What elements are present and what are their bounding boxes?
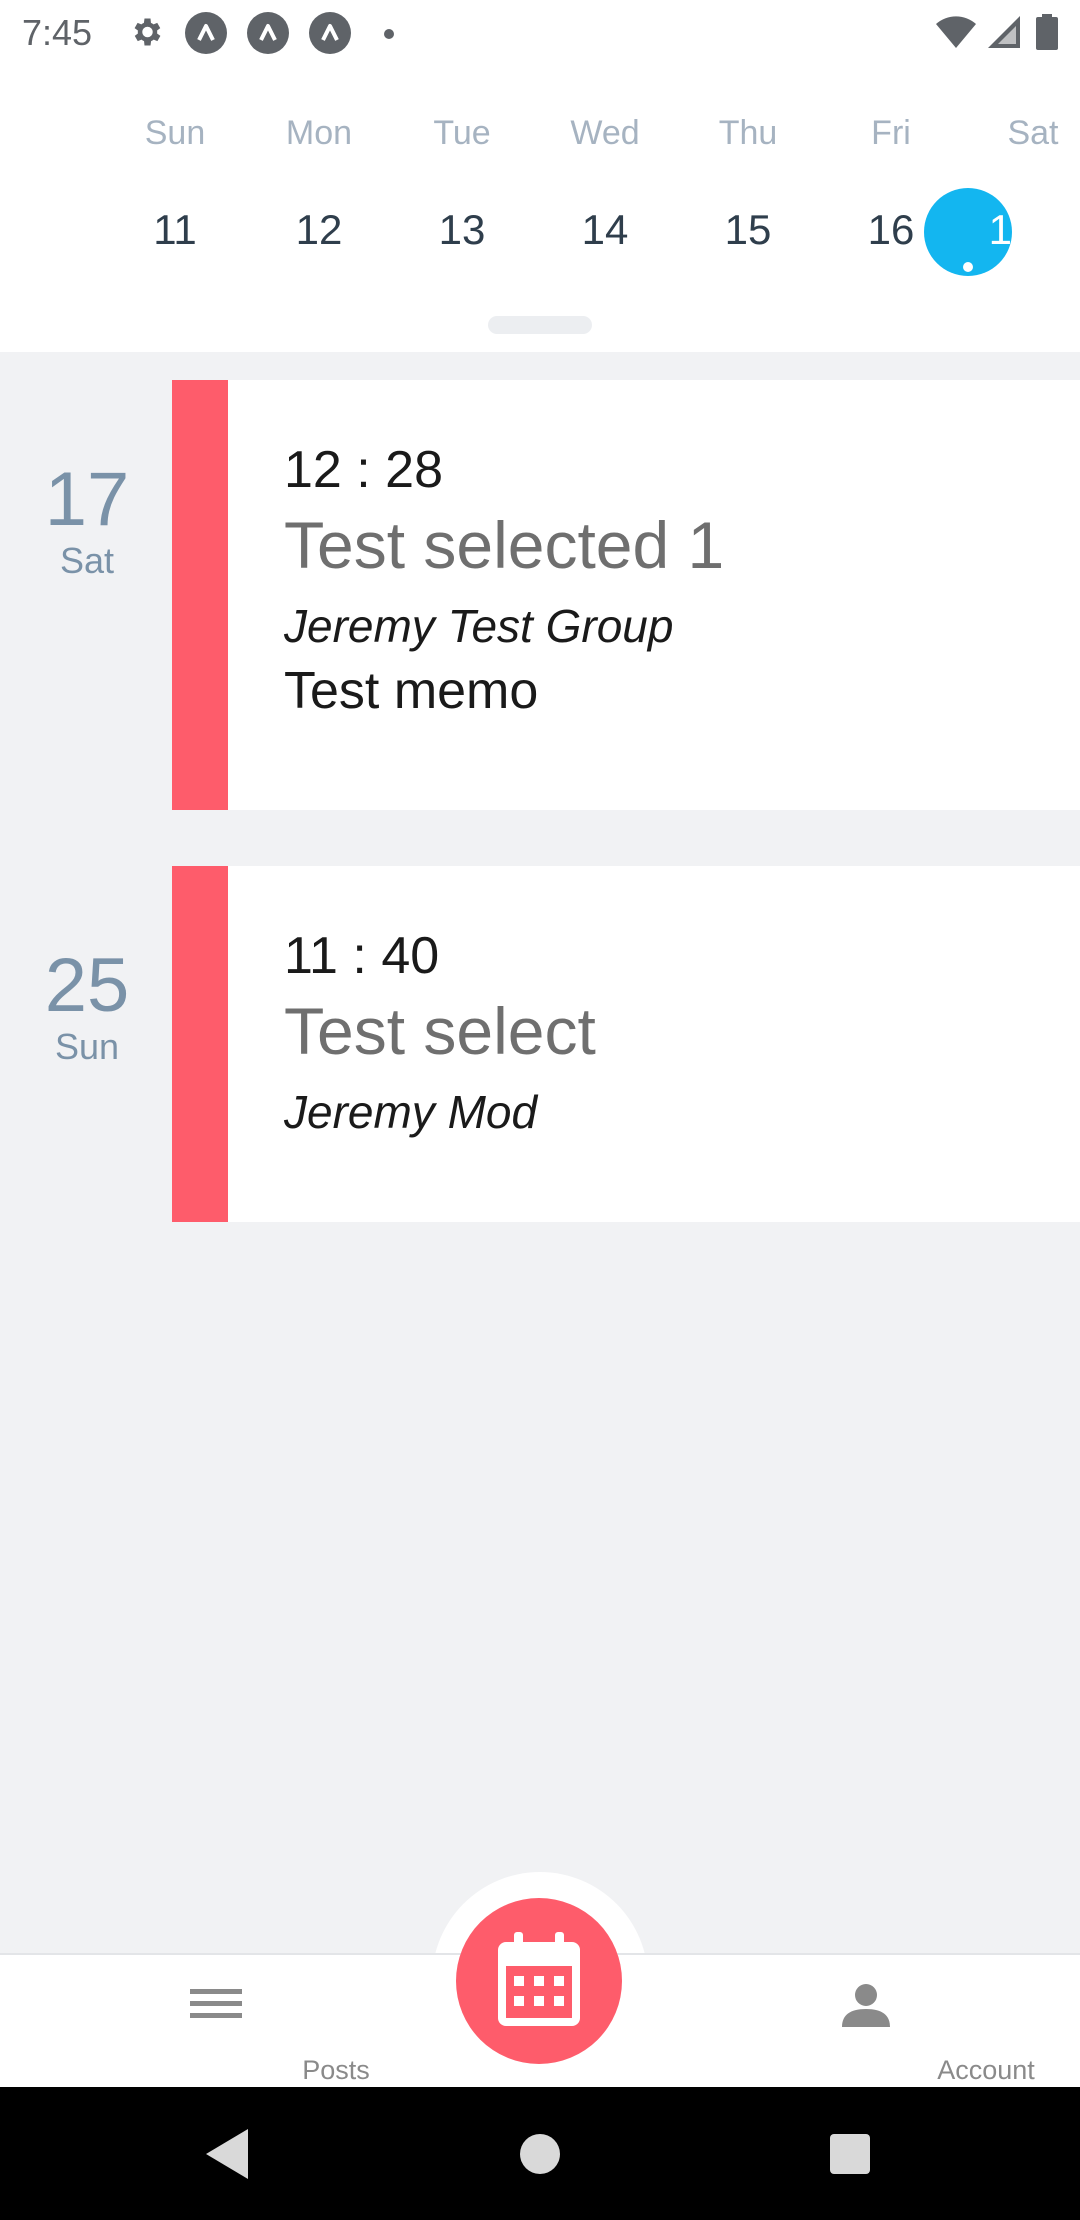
day-name: Fri bbox=[871, 114, 911, 152]
gear-icon bbox=[128, 14, 164, 50]
day-name: Thu bbox=[718, 114, 778, 152]
day-number: 17 bbox=[988, 206, 1036, 253]
event-color-bar bbox=[172, 866, 228, 1222]
day-number: 13 bbox=[438, 206, 486, 253]
status-time: 7:45 bbox=[22, 12, 93, 53]
day-name: Sat bbox=[1007, 114, 1059, 152]
nav-posts[interactable]: Posts bbox=[96, 1955, 370, 2089]
nav-posts-label: Posts bbox=[302, 2055, 370, 2085]
event-date: 25 Sun bbox=[0, 946, 174, 1068]
event-card[interactable]: 11 : 40 Test select Jeremy Mod bbox=[172, 866, 1080, 1222]
event-time: 11 : 40 bbox=[284, 927, 440, 985]
day-number: 12 bbox=[295, 206, 343, 253]
event-card-body: 11 : 40 Test select Jeremy Mod bbox=[284, 926, 1060, 1140]
signal-icon bbox=[986, 14, 1022, 55]
event-card[interactable]: 12 : 28 Test selected 1 Jeremy Test Grou… bbox=[172, 380, 1080, 810]
event-memo: Test memo bbox=[284, 662, 539, 720]
event-group: Jeremy Test Group bbox=[284, 600, 674, 652]
drag-handle[interactable] bbox=[488, 316, 592, 334]
event-date-weekday: Sun bbox=[54, 1026, 120, 1067]
nav-account[interactable]: Account bbox=[746, 1955, 1035, 2089]
calendar-fab-button[interactable] bbox=[456, 1898, 622, 2064]
event-date: 17 Sat bbox=[0, 460, 174, 582]
event-title: Test select bbox=[284, 994, 596, 1068]
event-indicator-dot bbox=[963, 262, 973, 272]
menu-icon bbox=[188, 1975, 244, 2036]
event-time: 12 : 28 bbox=[284, 441, 444, 499]
wifi-icon bbox=[934, 14, 978, 55]
event-color-bar bbox=[172, 380, 228, 810]
day-name: Tue bbox=[433, 114, 491, 152]
week-strip: Sun 11 Mon 12 Tue 13 Wed 14 Thu 15 Fri 1… bbox=[0, 66, 1080, 352]
battery-icon bbox=[1036, 14, 1058, 50]
day-number: 15 bbox=[724, 206, 772, 253]
day-number: 14 bbox=[581, 206, 629, 253]
day-name: Wed bbox=[570, 114, 640, 152]
app-a-icon bbox=[247, 12, 289, 54]
event-date-number: 17 bbox=[44, 457, 130, 542]
selected-day-circle: 17 bbox=[924, 188, 1035, 276]
person-icon bbox=[836, 1975, 896, 2040]
event-date-number: 25 bbox=[44, 943, 130, 1028]
day-name: Sun bbox=[144, 114, 206, 152]
nav-account-label: Account bbox=[937, 2055, 1035, 2085]
event-card-body: 12 : 28 Test selected 1 Jeremy Test Grou… bbox=[284, 440, 1060, 722]
event-row: 25 Sun 11 : 40 Test select Jeremy Mod bbox=[0, 866, 1080, 1222]
notification-dot-icon bbox=[384, 29, 394, 39]
event-group: Jeremy Mod bbox=[284, 1086, 538, 1138]
event-row: 17 Sat 12 : 28 Test selected 1 Jeremy Te… bbox=[0, 380, 1080, 810]
day-number: 11 bbox=[153, 206, 197, 253]
recents-icon[interactable] bbox=[829, 2133, 871, 2180]
day-name: Mon bbox=[285, 114, 353, 152]
home-icon[interactable] bbox=[519, 2133, 561, 2180]
event-date-weekday: Sat bbox=[59, 540, 115, 581]
status-bar: 7:45 bbox=[0, 0, 1080, 66]
app-a-icon bbox=[309, 12, 351, 54]
back-icon[interactable] bbox=[204, 2127, 250, 2186]
app-a-icon bbox=[185, 12, 227, 54]
event-title: Test selected 1 bbox=[284, 508, 725, 582]
system-navigation-bar bbox=[0, 2087, 1080, 2220]
